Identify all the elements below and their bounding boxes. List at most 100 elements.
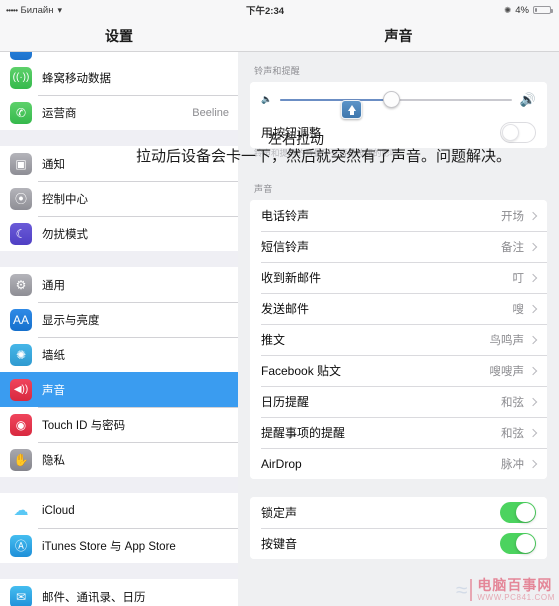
settings-group: ☁ iCloud ⒶiTunes Store 与 App Store — [0, 493, 238, 563]
drag-up-cursor-icon — [341, 100, 362, 119]
ios-settings-split-screen: ••••• Билайн ▾ 设置 ((·)) 蜂窝移动数据 ✆ 运营商 Beeline… — [0, 0, 559, 606]
sound-toggle-row[interactable]: 按键音 — [250, 528, 547, 559]
watermark-logo-icon: ≈ — [455, 578, 468, 602]
sound-setting-row[interactable]: Facebook 贴文 嗖嗖声 — [250, 355, 547, 386]
sound-toggle-switch[interactable] — [500, 533, 536, 554]
sidebar-item-label: 通用 — [42, 279, 65, 292]
sound-setting-row[interactable]: 收到新邮件 叮 — [250, 262, 547, 293]
sidebar-item-0-normal[interactable]: ⚙ 通用 — [0, 267, 238, 302]
sound-setting-row[interactable]: 电话铃声 开场 — [250, 200, 547, 231]
sound-setting-value: 脉冲 — [501, 458, 524, 471]
sidebar-item-2-normal[interactable]: ☾ 勿扰模式 — [0, 216, 238, 251]
volume-slider-thumb[interactable] — [382, 91, 400, 108]
sidebar-item-0-normal[interactable]: ((·)) 蜂窝移动数据 — [0, 60, 238, 95]
chevron-right-icon — [528, 397, 538, 406]
battery-icon — [533, 5, 553, 15]
clock-label: 下午2:34 — [246, 6, 285, 17]
sound-toggles-card: 锁定声 按键音 — [250, 497, 547, 559]
sound-setting-row[interactable]: 短信铃声 备注 — [250, 231, 547, 262]
wifi-settings-icon — [10, 52, 32, 60]
sidebar-item-label: 墙纸 — [42, 349, 65, 362]
right-status-bar: 下午2:34 ✺ 4% — [238, 0, 559, 20]
sidebar-item-0-normal[interactable]: ☁ iCloud — [0, 493, 238, 528]
left-nav-bar: 设置 — [0, 20, 238, 52]
sound-toggle-label: 按键音 — [261, 537, 298, 551]
group-separator — [0, 130, 238, 146]
sidebar-item-label: 显示与亮度 — [42, 314, 100, 327]
sidebar-item-label: 声音 — [42, 384, 65, 397]
chevron-right-icon — [528, 242, 538, 251]
display-brightness-icon: AA — [10, 308, 32, 331]
volume-slider[interactable] — [280, 91, 512, 108]
wallpaper-icon: ✺ — [10, 343, 32, 366]
sidebar-item-1-normal[interactable]: ✆ 运营商 Beeline — [0, 95, 238, 130]
sidebar-item-label: 邮件、通讯录、日历 — [42, 591, 146, 604]
sidebar-item-label: 隐私 — [42, 454, 65, 467]
sidebar-item-1-normal[interactable]: AA 显示与亮度 — [0, 302, 238, 337]
sound-setting-label: 提醒事项的提醒 — [261, 426, 346, 440]
gear-icon: ⚙ — [10, 273, 32, 296]
left-status-bar: ••••• Билайн ▾ — [0, 0, 238, 20]
sound-setting-label: 日历提醒 — [261, 395, 310, 409]
sound-setting-label: AirDrop — [261, 456, 302, 471]
sidebar-item-label: iCloud — [42, 504, 75, 517]
moon-icon: ☾ — [10, 222, 32, 245]
sidebar-item-0-normal[interactable]: ✉ 邮件、通讯录、日历 — [0, 579, 238, 606]
sidebar-item-1-normal[interactable]: ⒶiTunes Store 与 App Store — [0, 528, 238, 563]
sidebar-item-label: 运营商 — [42, 107, 77, 120]
partially-scrolled-row[interactable] — [0, 52, 238, 60]
sounds-detail-panel: 下午2:34 ✺ 4% 声音 铃声和提醒 🔈 🔊 用按钮调整 铃声和提醒的音量不… — [238, 0, 559, 606]
cellular-icon: ((·)) — [10, 66, 32, 89]
sidebar-item-label: 控制中心 — [42, 193, 88, 206]
chevron-right-icon — [528, 335, 538, 344]
sidebar-item-1-normal[interactable]: ⦿ 控制中心 — [0, 181, 238, 216]
carrier-label: Билайн — [20, 4, 54, 16]
volume-slider-row[interactable]: 🔈 🔊 — [250, 82, 547, 117]
sidebar-item-label: iTunes Store 与 App Store — [42, 540, 176, 553]
change-with-buttons-toggle[interactable] — [500, 122, 536, 143]
status-bar-right-group: ✺ 4% — [504, 5, 553, 16]
chevron-right-icon — [528, 304, 538, 313]
settings-list[interactable]: ((·)) 蜂窝移动数据 ✆ 运营商 Beeline ▣ 通知 ⦿ 控制中心 ☾ 勿扰模式 ⚙ 通用 AA… — [0, 52, 238, 606]
sidebar-item-3-selected[interactable]: ◀)) 声音 — [0, 372, 238, 407]
sound-setting-value: 鸟鸣声 — [489, 334, 525, 347]
settings-group: ✉ 邮件、通讯录、日历 — [0, 579, 238, 606]
sidebar-item-label: 勿扰模式 — [42, 228, 88, 241]
sounds-card: 电话铃声 开场 短信铃声 备注收到新邮件 叮发送邮件 嗖推文 鸟鸣声 Facebook 贴文 嗖… — [250, 200, 547, 479]
settings-master-panel: ••••• Билайн ▾ 设置 ((·)) 蜂窝移动数据 ✆ 运营商 Beeline… — [0, 0, 238, 606]
sound-setting-value: 叮 — [512, 272, 525, 285]
sound-toggle-switch[interactable] — [500, 502, 536, 523]
sound-setting-label: 发送邮件 — [261, 302, 310, 316]
detail-page-title: 声音 — [384, 27, 413, 44]
app-store-icon: Ⓐ — [10, 534, 32, 557]
volume-slider-fill — [280, 98, 392, 101]
sidebar-item-2-normal[interactable]: ✺ 墙纸 — [0, 337, 238, 372]
sidebar-item-5-normal[interactable]: ✋ 隐私 — [0, 442, 238, 477]
sound-setting-label: 短信铃声 — [261, 240, 310, 254]
sound-toggle-label: 锁定声 — [261, 506, 298, 520]
sound-setting-value: 和弦 — [501, 427, 524, 440]
chevron-right-icon — [528, 273, 538, 282]
group-separator — [0, 563, 238, 579]
speaker-icon: ◀)) — [10, 378, 32, 401]
sidebar-item-4-normal[interactable]: ◉ Touch ID 与密码 — [0, 407, 238, 442]
right-nav-bar: 声音 — [238, 20, 559, 52]
sidebar-item-label: 通知 — [42, 158, 65, 171]
sound-setting-row[interactable]: AirDrop 脉冲 — [250, 448, 547, 479]
sound-setting-row[interactable]: 提醒事项的提醒 和弦 — [250, 417, 547, 448]
sound-toggle-row[interactable]: 锁定声 — [250, 497, 547, 528]
chevron-right-icon — [528, 428, 538, 437]
chevron-right-icon — [528, 366, 538, 375]
sound-setting-row[interactable]: 发送邮件 嗖 — [250, 293, 547, 324]
mail-icon: ✉ — [10, 585, 32, 606]
cloud-icon: ☁ — [10, 499, 32, 522]
sound-setting-label: 收到新邮件 — [261, 271, 322, 285]
sidebar-item-label: Touch ID 与密码 — [42, 419, 126, 432]
notifications-icon: ▣ — [10, 152, 32, 175]
sound-setting-row[interactable]: 推文 鸟鸣声 — [250, 324, 547, 355]
chevron-right-icon — [528, 459, 538, 468]
control-center-icon: ⦿ — [10, 187, 32, 210]
wifi-icon: ▾ — [57, 4, 62, 15]
sound-setting-row[interactable]: 日历提醒 和弦 — [250, 386, 547, 417]
